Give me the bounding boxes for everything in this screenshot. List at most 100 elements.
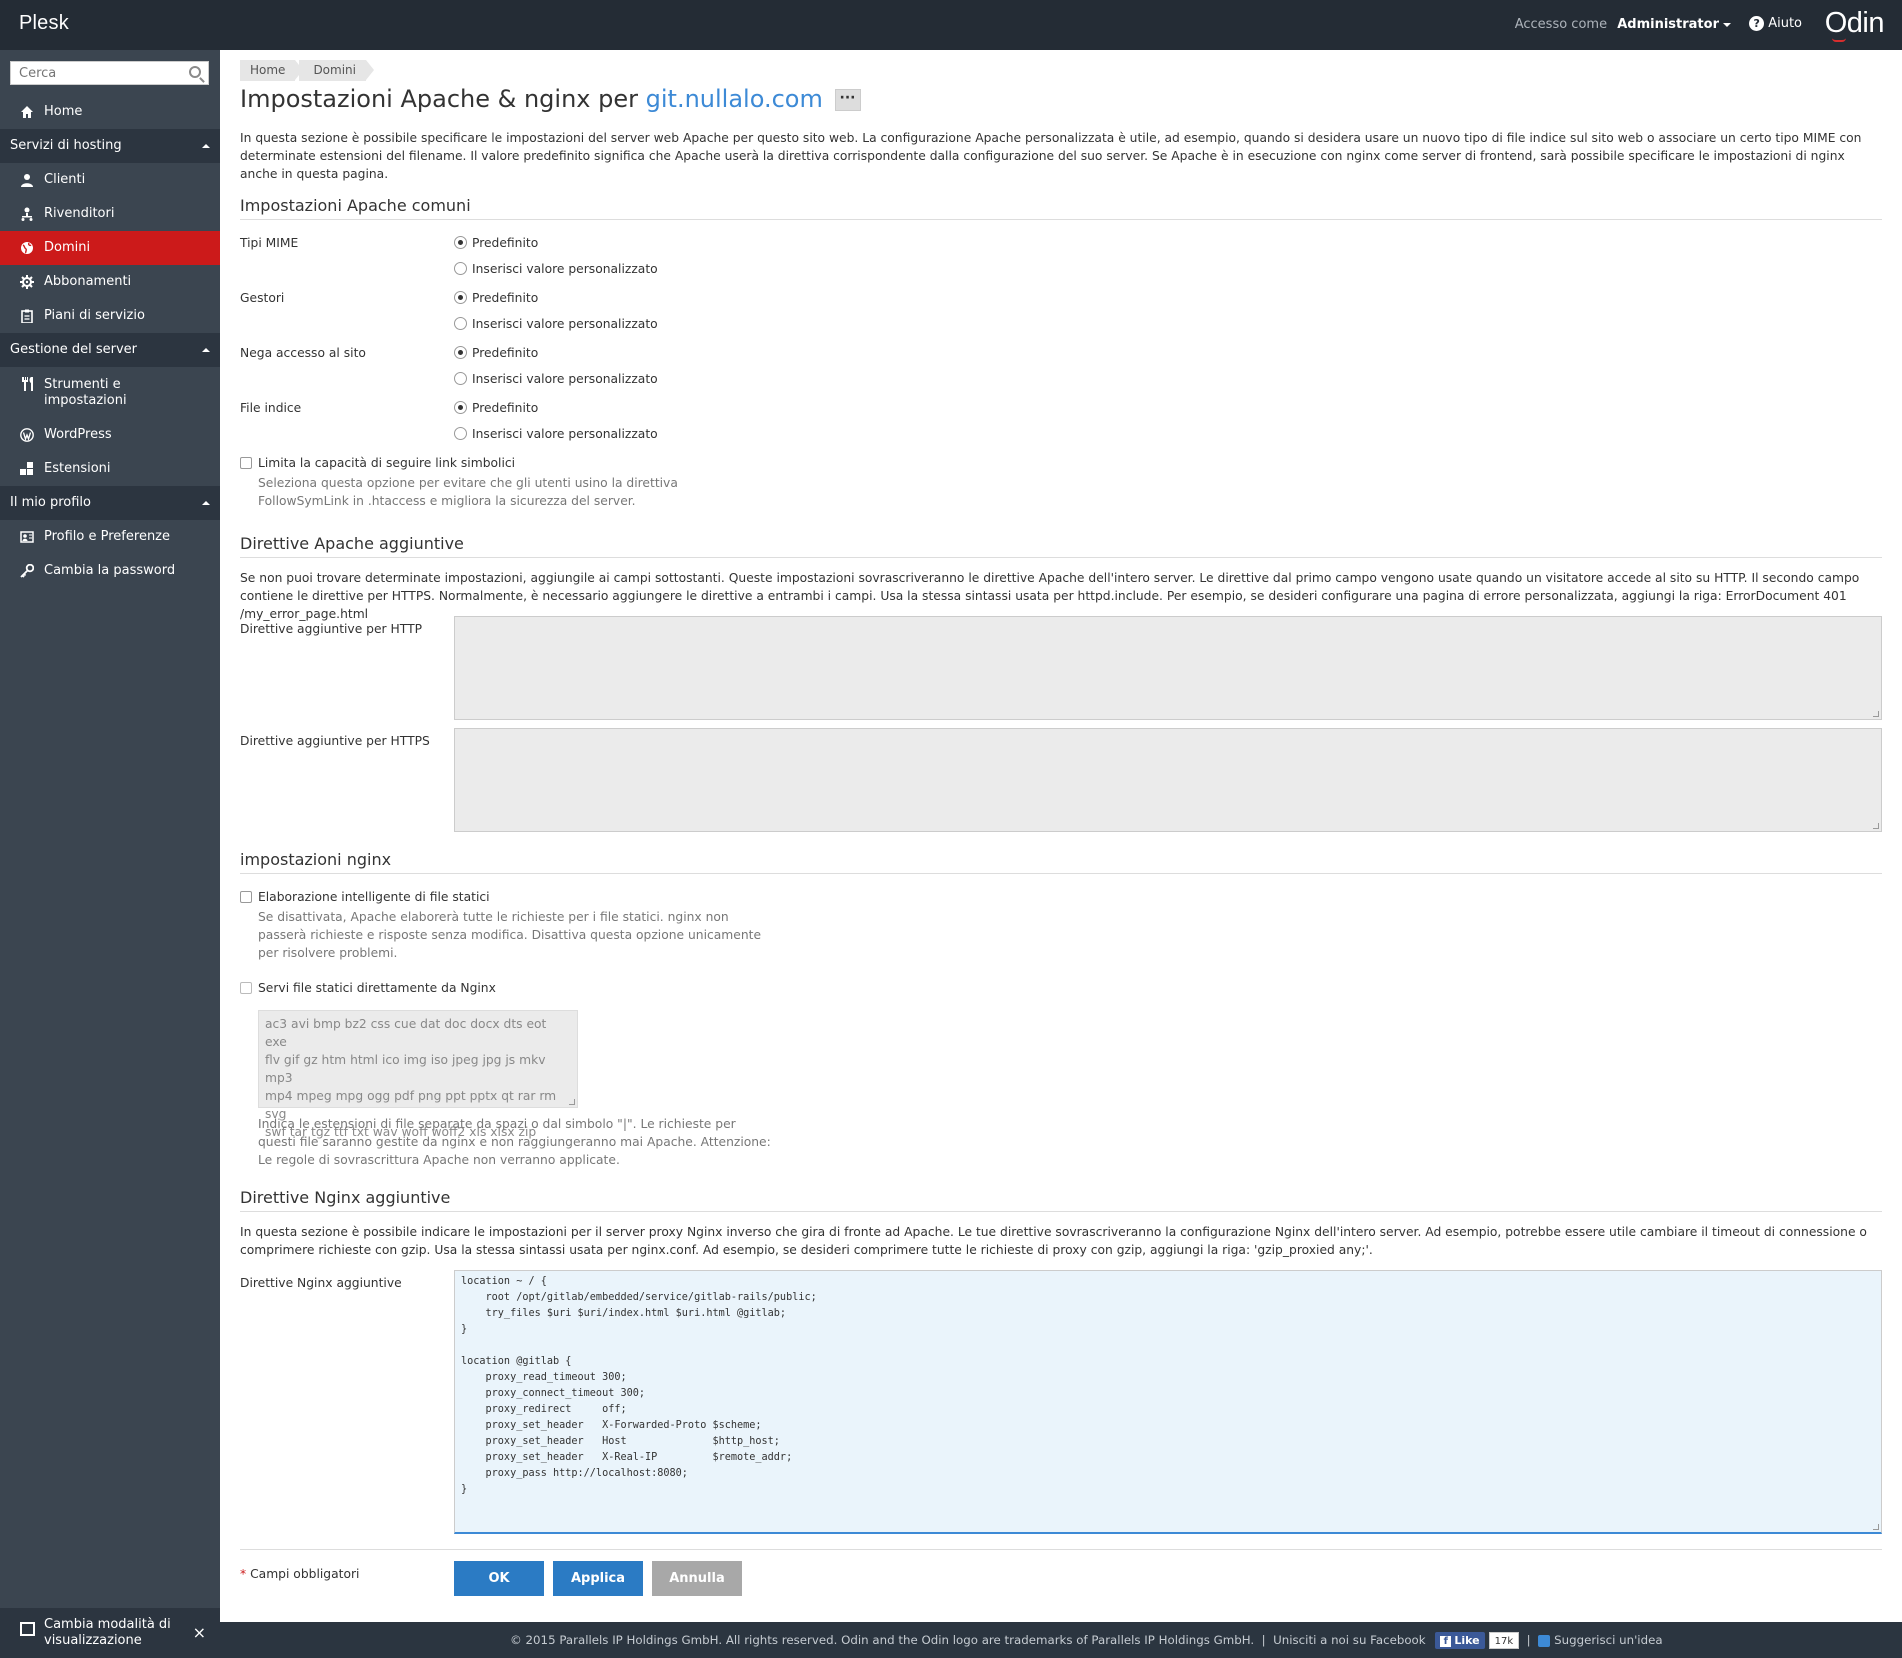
current-user[interactable]: Administrator [1617, 17, 1719, 32]
sidebar: Home Servizi di hosting Clienti Rivendit… [0, 50, 220, 1658]
radio-indice-custom[interactable]: Inserisci valore personalizzato [454, 425, 658, 443]
sidebar-item-estensioni[interactable]: Estensioni [0, 452, 220, 486]
extensions-line: ac3 avi bmp bz2 css cue dat doc docx dts… [265, 1017, 547, 1049]
radio-unselected[interactable] [454, 372, 467, 385]
section-apache-common-title: Impostazioni Apache comuni [240, 196, 1882, 220]
radio-gestori-custom[interactable]: Inserisci valore personalizzato [454, 315, 658, 333]
sidebar-item-label: Abbonamenti [44, 274, 132, 289]
search-icon[interactable] [189, 66, 201, 78]
section-apache-extra-title: Direttive Apache aggiuntive [240, 534, 1882, 558]
wordpress-icon [20, 428, 34, 442]
idea-icon [1538, 1634, 1551, 1647]
view-mode-switch[interactable]: Cambia modalità di visualizzazione × [0, 1608, 220, 1658]
search-input[interactable] [11, 62, 181, 84]
field-label-http: Direttive aggiuntive per HTTP [240, 622, 422, 636]
sidebar-item-piani[interactable]: Piani di servizio [0, 299, 220, 333]
required-star: * [240, 1567, 247, 1581]
http-directives-textarea[interactable] [454, 616, 1882, 720]
checkbox-smart-static[interactable]: Elaborazione intelligente di file static… [240, 888, 490, 906]
checkbox[interactable] [240, 982, 252, 994]
apply-button[interactable]: Applica [553, 1561, 643, 1596]
radio-selected[interactable] [454, 236, 467, 249]
field-label-nega: Nega accesso al sito [240, 346, 366, 360]
radio-unselected[interactable] [454, 317, 467, 330]
account-menu[interactable]: Accesso come Administrator [1515, 17, 1731, 32]
footer-separator: | [1526, 1633, 1531, 1647]
footer: © 2015 Parallels IP Holdings GmbH. All r… [220, 1622, 1902, 1658]
sidebar-section-label: Servizi di hosting [10, 138, 122, 153]
checkbox[interactable] [240, 457, 252, 469]
close-icon[interactable]: × [193, 1623, 206, 1642]
page-title: Impostazioni Apache & nginx per git.null… [240, 85, 861, 113]
hint-smart-static-3: per risolvere problemi. [258, 946, 398, 960]
page-title-text: Impostazioni Apache & nginx per [240, 85, 638, 113]
cancel-button[interactable]: Annulla [652, 1561, 742, 1596]
radio-indice-default[interactable]: Predefinito [454, 399, 538, 417]
brand-logo[interactable]: Plesk [19, 12, 69, 35]
radio-selected[interactable] [454, 291, 467, 304]
checkbox-symlink[interactable]: Limita la capacità di seguire link simbo… [240, 454, 515, 472]
sidebar-item-wordpress[interactable]: WordPress [0, 418, 220, 452]
sidebar-item-rivenditori[interactable]: Rivenditori [0, 197, 220, 231]
radio-nega-default[interactable]: Predefinito [454, 344, 538, 362]
resize-grip-icon[interactable] [1873, 711, 1879, 717]
chevron-down-icon[interactable] [1723, 22, 1731, 27]
sidebar-item-label: Piani di servizio [44, 308, 145, 323]
sidebar-item-label: Rivenditori [44, 206, 115, 221]
domain-link[interactable]: git.nullalo.com [646, 85, 823, 113]
breadcrumb: Home Domini [240, 60, 374, 81]
radio-label: Inserisci valore personalizzato [472, 262, 658, 276]
radio-gestori-default[interactable]: Predefinito [454, 289, 538, 307]
radio-mime-default[interactable]: Predefinito [454, 234, 538, 252]
breadcrumb-domini[interactable]: Domini [299, 60, 374, 81]
sidebar-item-clienti[interactable]: Clienti [0, 163, 220, 197]
radio-selected[interactable] [454, 346, 467, 359]
sidebar-item-password[interactable]: Cambia la password [0, 554, 220, 588]
checkbox-label: Elaborazione intelligente di file static… [258, 890, 490, 904]
https-directives-textarea[interactable] [454, 728, 1882, 832]
static-extensions-textarea[interactable]: ac3 avi bmp bz2 css cue dat doc docx dts… [258, 1010, 578, 1139]
sidebar-item-strumenti[interactable]: Strumenti e impostazioni [0, 367, 220, 417]
help-label: Aiuto [1768, 16, 1802, 31]
field-label-indice: File indice [240, 401, 302, 415]
radio-selected[interactable] [454, 401, 467, 414]
globe-icon [21, 242, 33, 254]
extensions-icon [20, 462, 33, 475]
sidebar-section-hosting[interactable]: Servizi di hosting [0, 129, 220, 163]
resize-grip-icon[interactable] [1873, 1524, 1879, 1530]
ok-button[interactable]: OK [454, 1561, 544, 1596]
top-bar: Plesk Accesso come Administrator ? Aiuto … [0, 0, 1902, 50]
field-label-nginx: Direttive Nginx aggiuntive [240, 1276, 402, 1290]
facebook-link[interactable]: Unisciti a noi su Facebook [1273, 1633, 1425, 1647]
radio-nega-custom[interactable]: Inserisci valore personalizzato [454, 370, 658, 388]
vendor-logo: Odin [1824, 7, 1885, 39]
nginx-directives-textarea[interactable]: location ~ / { root /opt/gitlab/embedded… [454, 1270, 1882, 1534]
more-actions-button[interactable]: ··· [834, 89, 861, 111]
radio-unselected[interactable] [454, 427, 467, 440]
sidebar-section-profile[interactable]: Il mio profilo [0, 486, 220, 520]
form-divider [240, 1549, 1882, 1550]
field-label-mime: Tipi MIME [240, 236, 299, 250]
sidebar-item-abbonamenti[interactable]: Abbonamenti [0, 265, 220, 299]
sidebar-item-domini[interactable]: Domini [0, 231, 220, 265]
breadcrumb-home[interactable]: Home [240, 60, 304, 81]
sidebar-section-server[interactable]: Gestione del server [0, 333, 220, 367]
radio-unselected[interactable] [454, 262, 467, 275]
resize-grip-icon[interactable] [1873, 823, 1879, 829]
nginx-directives-value: location ~ / { root /opt/gitlab/embedded… [461, 1276, 817, 1495]
extensions-line: flv gif gz htm html ico img iso jpeg jpg… [265, 1053, 546, 1085]
search-box [10, 61, 209, 85]
facebook-like-button[interactable]: f Like [1435, 1632, 1485, 1649]
suggest-idea-link[interactable]: Suggerisci un'idea [1554, 1633, 1662, 1647]
sidebar-item-profilo[interactable]: Profilo e Preferenze [0, 520, 220, 554]
hint-serve-static-2: questi file saranno gestite da nginx e n… [258, 1135, 771, 1149]
sidebar-item-label: Strumenti e impostazioni [44, 377, 127, 408]
sidebar-item-label: Cambia la password [44, 563, 176, 578]
hint-serve-static-3: Le regole di sovrascrittura Apache non v… [258, 1153, 620, 1167]
checkbox-serve-static[interactable]: Servi file statici direttamente da Nginx [240, 979, 496, 997]
help-link[interactable]: ? Aiuto [1749, 16, 1802, 31]
resize-grip-icon[interactable] [569, 1099, 575, 1105]
radio-mime-custom[interactable]: Inserisci valore personalizzato [454, 260, 658, 278]
checkbox[interactable] [240, 891, 252, 903]
sidebar-item-home[interactable]: Home [0, 95, 220, 129]
